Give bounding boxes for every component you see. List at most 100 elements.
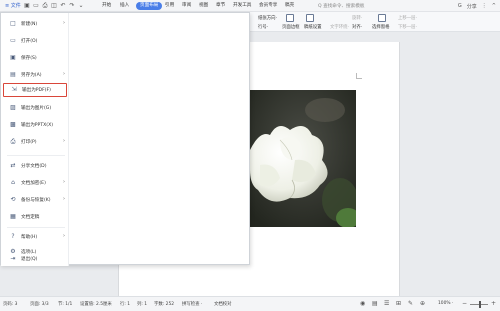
undo-icon[interactable]: ↶ <box>60 3 66 9</box>
redo-icon[interactable]: ↷ <box>69 3 75 9</box>
menu-item-exit[interactable]: ⇥ 退出(Q) <box>3 253 67 265</box>
export-pdf-icon: ⇲ <box>11 86 17 93</box>
menu-item-help[interactable]: ? 帮助(H) › <box>3 230 67 243</box>
tab-chapter[interactable]: 章节 <box>214 2 227 10</box>
rotate-button[interactable]: 旋转· <box>352 15 362 21</box>
sync-icon[interactable]: G <box>458 3 462 9</box>
manuscript-icon[interactable] <box>306 14 314 22</box>
tab-gaoke[interactable]: 稿壳 <box>283 2 296 10</box>
save-icon: ▣ <box>10 53 16 61</box>
tab-references[interactable]: 引用 <box>163 2 176 10</box>
preview-icon[interactable]: ◫ <box>51 3 57 9</box>
rose-image <box>250 90 356 227</box>
submenu-arrow-icon: › <box>63 196 65 202</box>
globe-icon[interactable]: ⊕ <box>420 300 425 307</box>
page-border-icon[interactable] <box>286 14 294 22</box>
menu-item-label: 保存(S) <box>21 55 37 61</box>
outline-view-icon[interactable]: ☰ <box>384 300 389 307</box>
menu-item-open[interactable]: ▭ 打开(O) <box>3 34 67 47</box>
file-menu-button[interactable]: ≡ 文件 <box>2 2 24 10</box>
menu-item-print[interactable]: ⎙ 打印(P) › <box>3 135 67 148</box>
lock-icon: ⌂ <box>11 178 15 186</box>
more-icon[interactable]: ⋮ <box>482 3 487 9</box>
tab-developer[interactable]: 开发工具 <box>231 2 253 10</box>
status-spell-check[interactable]: 拼写检查 · <box>182 301 202 307</box>
submenu-arrow-icon: › <box>63 71 65 77</box>
status-doc-check[interactable]: 文档校对 <box>214 301 232 307</box>
menu-item-label: 分享文档(D) <box>21 163 47 169</box>
finalize-icon: ▦ <box>10 212 16 220</box>
text-wrap-button[interactable]: 文字环绕· <box>330 24 349 30</box>
menu-item-label: 输出为图片(G) <box>21 105 52 111</box>
menu-item-finalize[interactable]: ▦ 文档定稿 <box>3 210 67 223</box>
command-search[interactable]: Q 查找命令、搜索模板 <box>318 3 364 9</box>
menu-item-label: 文档加密(E) <box>21 180 46 186</box>
menu-item-new[interactable]: □ 新建(N) › <box>3 17 67 30</box>
line-number-button[interactable]: 行号· <box>258 24 268 30</box>
open-icon[interactable]: ▭ <box>33 3 39 9</box>
menu-divider <box>7 155 65 156</box>
zoom-in-icon[interactable]: + <box>491 300 496 307</box>
menu-item-label: 输出为PPTX(X) <box>21 122 54 128</box>
status-pages[interactable]: 页面: 3/3 <box>30 301 49 307</box>
submenu-arrow-icon: › <box>63 20 65 26</box>
status-page[interactable]: 页码: 3 <box>3 301 17 307</box>
status-section[interactable]: 节: 1/1 <box>58 301 72 307</box>
selection-pane-icon[interactable] <box>378 14 386 22</box>
export-pptx-icon: ▩ <box>10 120 16 128</box>
manuscript-settings-button[interactable]: 稿纸设置 <box>304 24 322 30</box>
collapse-icon[interactable]: ^ <box>492 3 496 9</box>
export-image-icon: ▨ <box>10 103 16 111</box>
page-border-button[interactable]: 页面边框 <box>282 24 300 30</box>
rose-photo[interactable] <box>250 90 356 227</box>
tab-page-layout[interactable]: 页面布局 <box>136 2 163 10</box>
status-col[interactable]: 列: 1 <box>137 301 147 307</box>
web-view-icon[interactable]: ⊞ <box>396 300 401 307</box>
menu-item-label: 帮助(H) <box>21 234 38 240</box>
zoom-level[interactable]: 100% · <box>438 301 453 306</box>
zoom-out-icon[interactable]: − <box>462 300 467 307</box>
save-as-icon: ▤ <box>10 70 16 78</box>
menu-item-label: 打开(O) <box>21 38 38 44</box>
share-button[interactable]: 分享 <box>467 3 477 10</box>
tab-insert[interactable]: 插入 <box>118 2 131 10</box>
quick-access-more-icon[interactable]: ⌄ <box>78 3 84 9</box>
submenu-arrow-icon: › <box>63 138 65 144</box>
menu-item-save[interactable]: ▣ 保存(S) <box>3 51 67 64</box>
menu-item-label: 另存为(A) <box>21 72 42 78</box>
menu-item-export-pptx[interactable]: ▩ 输出为PPTX(X) <box>3 118 67 131</box>
menu-item-label: 新建(N) <box>21 21 38 27</box>
menu-item-share[interactable]: ⇄ 分享文档(D) <box>3 159 67 172</box>
menu-item-export-pdf[interactable]: ⇲ 输出为PDF(F) <box>3 83 67 97</box>
menu-item-label: 打印(P) <box>21 139 37 145</box>
align-button[interactable]: 对齐· <box>352 24 362 30</box>
pen-icon[interactable]: ✎ <box>408 300 413 307</box>
orientation-button[interactable]: 纸张方向· <box>258 15 277 21</box>
menu-item-save-as[interactable]: ▤ 另存为(A) › <box>3 68 67 81</box>
zoom-slider-handle[interactable] <box>479 301 481 308</box>
tab-home[interactable]: 开始 <box>100 2 113 10</box>
page-view-icon[interactable]: ▤ <box>372 300 378 307</box>
bring-forward-button[interactable]: 上移一层· <box>398 15 417 21</box>
menu-item-export-image[interactable]: ▨ 输出为图片(G) <box>3 101 67 114</box>
help-icon: ? <box>11 232 15 240</box>
tab-member[interactable]: 会员专享 <box>257 2 279 10</box>
send-backward-button[interactable]: 下移一层· <box>398 24 417 30</box>
tab-review[interactable]: 审阅 <box>180 2 193 10</box>
menu-item-encrypt[interactable]: ⌂ 文档加密(E) › <box>3 176 67 189</box>
eye-icon[interactable]: ◉ <box>360 300 365 307</box>
selection-pane-button[interactable]: 选择窗格 <box>372 24 390 30</box>
topbar-right-group: G 分享 ⋮ ^ <box>458 2 496 10</box>
ribbon-tab-bar: ≡ 文件 ▣ ▭ ⎙ ◫ ↶ ↷ ⌄ 开始 插入 页面布局 引用 审阅 视图 章… <box>0 0 500 12</box>
file-menu-panel: □ 新建(N) › ▭ 打开(O) ▣ 保存(S) ▤ 另存为(A) › ⇲ 输… <box>0 12 250 266</box>
status-setting[interactable]: 设置值: 2.5厘米 <box>80 301 112 307</box>
status-bar: 页码: 3 页面: 3/3 节: 1/1 设置值: 2.5厘米 行: 1 列: … <box>0 296 500 311</box>
print-icon: ⎙ <box>10 137 16 145</box>
tab-view[interactable]: 视图 <box>197 2 210 10</box>
print-icon[interactable]: ⎙ <box>42 3 48 9</box>
save-icon[interactable]: ▣ <box>24 3 30 9</box>
menu-item-backup[interactable]: ⟲ 备份与恢复(K) › <box>3 193 67 206</box>
file-menu-list: □ 新建(N) › ▭ 打开(O) ▣ 保存(S) ▤ 另存为(A) › ⇲ 输… <box>1 13 69 266</box>
status-row[interactable]: 行: 1 <box>120 301 130 307</box>
status-word-count[interactable]: 字数: 252 <box>154 301 174 307</box>
